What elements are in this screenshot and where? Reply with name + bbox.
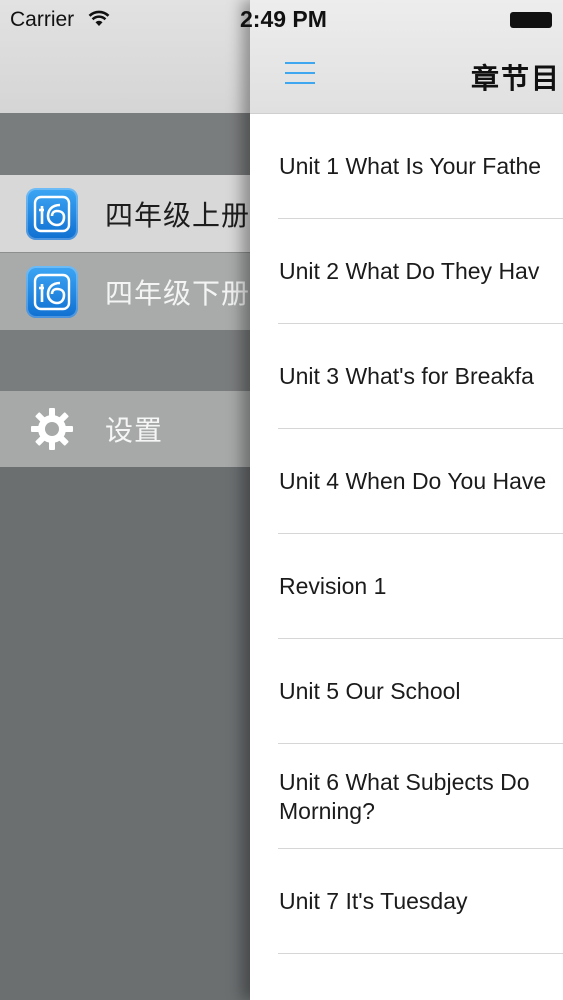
wifi-icon [88,10,110,32]
hamburger-menu-icon[interactable] [285,60,315,86]
chapter-title: Revision 1 [279,573,387,599]
chapter-list-item[interactable]: Revision 1 [250,534,563,639]
chapter-title: Unit 1 What Is Your Fathe [279,153,542,179]
clock: 2:49 PM [240,6,327,32]
chapter-title: Unit 4 When Do You Have [279,468,547,494]
chapter-list-item[interactable]: Unit 4 When Do You Have [250,429,563,534]
chapter-list: Unit 1 What Is Your Fathe Unit 2 What Do… [250,114,563,954]
carrier-label: Carrier [10,8,75,31]
book-app-icon [26,187,78,240]
chapter-panel: 章节目 Unit 1 What Is Your Fathe Unit 2 Wha… [250,0,563,1000]
drawer-item-label: 四年级下册 [105,277,251,309]
chapter-title: Unit 2 What Do They Hav [279,258,540,284]
drawer-item-label: 设置 [105,415,164,446]
book-app-icon [26,265,78,318]
chapter-list-item[interactable]: Unit 6 What Subjects Do Morning? [250,744,563,849]
battery-icon [510,12,552,28]
chapter-list-item[interactable]: Unit 2 What Do They Hav [250,219,563,324]
page-title: 章节目 [471,63,562,94]
chapter-title: Unit 3 What's for Breakfa [279,363,534,389]
chapter-title: Unit 5 Our School [279,678,461,704]
chapter-title: Unit 7 It's Tuesday [279,888,468,914]
status-bar: Carrier 2:49 PM [0,0,563,40]
chapter-list-item[interactable]: Unit 5 Our School [250,639,563,744]
chapter-list-item[interactable]: Unit 1 What Is Your Fathe [250,114,563,219]
app-screen: Carrier 2:49 PM 四年级上册 四年级下册 设置 章节目 Unit … [0,0,563,1000]
drawer-item-label: 四年级上册 [105,199,251,231]
chapter-list-item[interactable]: Unit 7 It's Tuesday [250,849,563,954]
chapter-list-item[interactable]: Unit 3 What's for Breakfa [250,324,563,429]
gear-icon [29,406,75,452]
chapter-title: Unit 6 What Subjects Do Morning? [279,768,530,824]
